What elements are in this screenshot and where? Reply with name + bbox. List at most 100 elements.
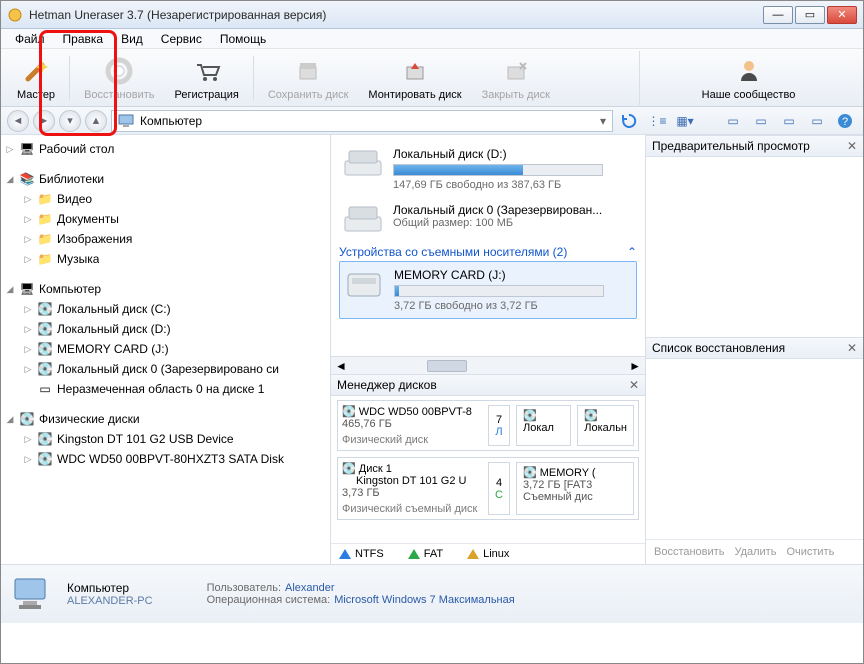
view-button[interactable]: ▦▾ xyxy=(673,110,697,132)
tree-lib-music[interactable]: ▷📁Музыка xyxy=(1,249,330,269)
recovery-delete[interactable]: Удалить xyxy=(734,546,776,558)
tree-disk-c[interactable]: ▷💽Локальный диск (C:) xyxy=(1,299,330,319)
folder-icon: 📁 xyxy=(37,191,53,207)
physdisk-icon: 💽 xyxy=(342,463,356,475)
drive-memory-card[interactable]: MEMORY CARD (J:) 3,72 ГБ свободно из 3,7… xyxy=(339,261,637,319)
nav-forward-button[interactable]: ► xyxy=(33,110,55,132)
hdd-icon xyxy=(343,203,383,235)
toolbar-savedisk[interactable]: Сохранить диск xyxy=(258,51,359,105)
drive-d[interactable]: Локальный диск (D:) 147,69 ГБ свободно и… xyxy=(339,141,637,197)
close-button[interactable]: ✕ xyxy=(827,6,857,24)
tree-phys-wdc[interactable]: ▷💽WDC WD50 00BPVT-80HXZT3 SATA Disk xyxy=(1,449,330,469)
drive-title: MEMORY CARD (J:) xyxy=(394,268,632,282)
maximize-button[interactable]: ▭ xyxy=(795,6,825,24)
menu-view[interactable]: Вид xyxy=(113,30,151,48)
scroll-left-icon[interactable]: ◄ xyxy=(335,359,347,373)
status-user-label: Пользователь: xyxy=(207,582,281,594)
legend-ntfs: NTFS xyxy=(339,548,384,560)
help-button[interactable]: ? xyxy=(833,110,857,132)
drive-icon: 💽 xyxy=(37,451,53,467)
partition-2[interactable]: 💽 Локальн xyxy=(577,405,634,446)
refresh-button[interactable] xyxy=(617,110,641,132)
close-pane-button[interactable]: ✕ xyxy=(847,341,857,355)
close-pane-button[interactable]: ✕ xyxy=(629,378,639,392)
drive-usage-bar xyxy=(394,285,604,297)
tree-computer[interactable]: ◢🖥Компьютер xyxy=(1,279,330,299)
savedisk-icon xyxy=(292,55,324,87)
computer-large-icon xyxy=(11,573,53,615)
panel-toggle-4[interactable]: ▭ xyxy=(805,110,829,132)
address-bar[interactable]: Компьютер ▾ xyxy=(111,110,613,132)
minimize-button[interactable]: — xyxy=(763,6,793,24)
nav-back-button[interactable]: ◄ xyxy=(7,110,29,132)
tree-disk-unalloc[interactable]: ▭Неразмеченная область 0 на диске 1 xyxy=(1,379,330,399)
tree-libraries[interactable]: ◢📚Библиотеки xyxy=(1,169,330,189)
computer-icon: 🖥 xyxy=(19,281,35,297)
close-pane-button[interactable]: ✕ xyxy=(847,139,857,153)
toolbar-wizard[interactable]: Мастер xyxy=(7,51,65,105)
sdcard-icon xyxy=(344,268,384,300)
mountdisk-icon xyxy=(399,55,431,87)
toolbar-closedisk-label: Закрыть диск xyxy=(482,89,550,101)
preview-body xyxy=(646,157,863,337)
disk-type: Физический диск xyxy=(342,434,482,446)
toolbar-restore[interactable]: Восстановить xyxy=(74,51,164,105)
menu-help[interactable]: Помощь xyxy=(212,30,274,48)
app-icon xyxy=(7,7,23,23)
scroll-right-icon[interactable]: ► xyxy=(629,359,641,373)
disk-panel-1[interactable]: 💽 Диск 1 Kingston DT 101 G2 U 3,73 ГБ Фи… xyxy=(337,457,639,520)
partition-small[interactable]: 4С xyxy=(488,462,510,515)
tree-disk-d[interactable]: ▷💽Локальный диск (D:) xyxy=(1,319,330,339)
tree-lib-video[interactable]: ▷📁Видео xyxy=(1,189,330,209)
disk-name2: Kingston DT 101 G2 U xyxy=(342,475,466,487)
sidebar-tree[interactable]: ▷🖥Рабочий стол ◢📚Библиотеки ▷📁Видео ▷📁До… xyxy=(1,135,331,564)
toolbar-separator xyxy=(253,56,254,100)
menu-service[interactable]: Сервис xyxy=(153,30,210,48)
dropdown-icon[interactable]: ▾ xyxy=(600,114,606,128)
right-panes: Предварительный просмотр ✕ Список восста… xyxy=(645,135,863,564)
drive-title: Локальный диск (D:) xyxy=(393,147,633,161)
menu-edit[interactable]: Правка xyxy=(55,30,112,48)
window-title: Hetman Uneraser 3.7 (Незарегистрированна… xyxy=(29,8,763,22)
scroll-thumb[interactable] xyxy=(427,360,467,372)
partition-small[interactable]: 7Л xyxy=(488,405,510,446)
panel-toggle-2[interactable]: ▭ xyxy=(749,110,773,132)
toolbar-closedisk[interactable]: Закрыть диск xyxy=(472,51,560,105)
status-computer-label: Компьютер xyxy=(67,581,153,595)
partition-1[interactable]: 💽 Локал xyxy=(516,405,571,446)
toolbar-mount[interactable]: Монтировать диск xyxy=(358,51,471,105)
panel-toggle-1[interactable]: ▭ xyxy=(721,110,745,132)
panel-toggle-3[interactable]: ▭ xyxy=(777,110,801,132)
horizontal-scrollbar[interactable]: ◄► xyxy=(331,356,645,374)
cart-icon xyxy=(191,55,223,87)
tree-disk-reserved[interactable]: ▷💽Локальный диск 0 (Зарезервировано си xyxy=(1,359,330,379)
recovery-clear[interactable]: Очистить xyxy=(786,546,834,558)
computer-icon xyxy=(118,114,134,128)
options-button[interactable]: ⋮≡ xyxy=(645,110,669,132)
nav-up-button[interactable]: ▲ xyxy=(85,110,107,132)
toolbar-community[interactable]: Наше сообщество xyxy=(639,51,857,105)
drive-sub: 147,69 ГБ свободно из 387,63 ГБ xyxy=(393,179,633,191)
fs-legend: NTFS FAT Linux xyxy=(331,543,645,564)
disk-panel-0[interactable]: 💽 WDC WD50 00BPVT-8 465,76 ГБ Физический… xyxy=(337,400,639,451)
libraries-icon: 📚 xyxy=(19,171,35,187)
tree-lib-documents[interactable]: ▷📁Документы xyxy=(1,209,330,229)
disk-type: Физический съемный диск xyxy=(342,503,482,515)
partition-memory[interactable]: 💽 MEMORY ( 3,72 ГБ [FAT3 Съемный дис xyxy=(516,462,634,515)
recovery-restore[interactable]: Восстановить xyxy=(654,546,724,558)
toolbar-register[interactable]: Регистрация xyxy=(165,51,249,105)
tree-disk-j[interactable]: ▷💽MEMORY CARD (J:) xyxy=(1,339,330,359)
nav-history-button[interactable]: ▾ xyxy=(59,110,81,132)
tree-lib-images[interactable]: ▷📁Изображения xyxy=(1,229,330,249)
tree-desktop[interactable]: ▷🖥Рабочий стол xyxy=(1,139,330,159)
legend-linux: Linux xyxy=(467,548,509,560)
drives-list[interactable]: Локальный диск (D:) 147,69 ГБ свободно и… xyxy=(331,135,645,356)
tree-phys-kingston[interactable]: ▷💽Kingston DT 101 G2 USB Device xyxy=(1,429,330,449)
person-icon xyxy=(733,55,765,87)
address-text: Компьютер xyxy=(140,114,202,128)
menu-file[interactable]: Файл xyxy=(7,30,53,48)
tree-physical[interactable]: ◢💽Физические диски xyxy=(1,409,330,429)
drive-reserved[interactable]: Локальный диск 0 (Зарезервирован... Общи… xyxy=(339,197,637,241)
removable-section[interactable]: Устройства со съемными носителями (2) ⌃ xyxy=(339,241,637,261)
drive-sub: 3,72 ГБ свободно из 3,72 ГБ xyxy=(394,300,632,312)
